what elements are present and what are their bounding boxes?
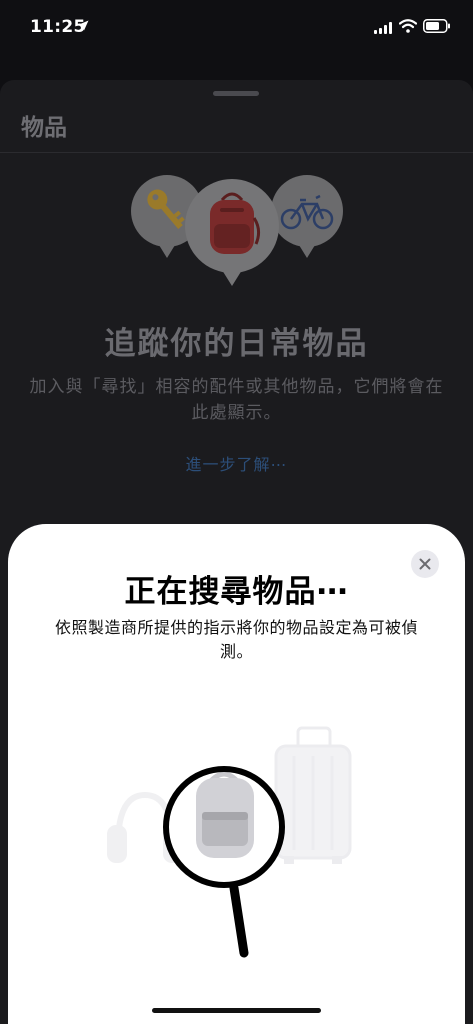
searching-illustration: [107, 726, 352, 958]
cellular-signal-icon: [374, 22, 392, 34]
panel-grabber[interactable]: [213, 91, 259, 96]
sheet-title: 正在搜尋物品⋯: [124, 574, 349, 610]
headline: 追蹤你的日常物品: [104, 326, 369, 362]
divider: [0, 152, 473, 153]
suitcase-icon: [274, 726, 352, 864]
status-bar: 11:25: [0, 0, 473, 56]
items-title: 物品: [21, 115, 67, 141]
battery-icon: [423, 19, 450, 33]
description: 加入與「尋找」相容的配件或其他物品，它們將會在此處顯示。: [29, 377, 444, 423]
backpack-icon: [185, 179, 279, 286]
bicycle-icon: [271, 175, 343, 258]
home-indicator[interactable]: [152, 1008, 321, 1013]
learn-more-link[interactable]: 進一步了解⋯: [0, 451, 473, 475]
wifi-icon: [399, 19, 417, 33]
location-arrow-icon: [78, 20, 89, 31]
sheet-description: 依照製造商所提供的指示將你的物品設定為可被偵測。: [54, 618, 418, 661]
